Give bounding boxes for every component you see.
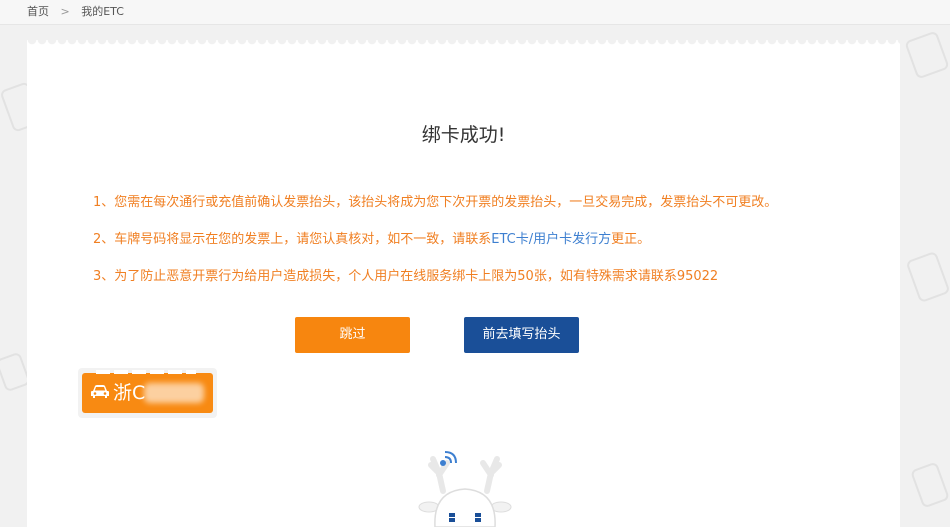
decor-shape (904, 30, 950, 80)
mascot-illustration (418, 451, 512, 527)
success-card: 绑卡成功! 1、您需在每次通行或充值前确认发票抬头，该抬头将成为您下次开票的发票… (27, 48, 900, 527)
breadcrumb-separator: > (60, 5, 70, 18)
license-plate: 浙C (78, 368, 217, 418)
breadcrumb: 首页 > 我的ETC (27, 0, 132, 24)
decor-shape (905, 250, 950, 304)
decor-shape (910, 461, 950, 509)
note-item-2: 2、车牌号码将显示在您的发票上，请您认真核对，如不一致，请联系ETC卡/用户卡发… (93, 231, 777, 268)
notes-list: 1、您需在每次通行或充值前确认发票抬头，该抬头将成为您下次开票的发票抬头，一旦交… (93, 194, 777, 305)
note-text: 更正。 (611, 232, 651, 247)
breadcrumb-current: 我的ETC (81, 5, 124, 18)
skip-button[interactable]: 跳过 (295, 317, 410, 353)
note-item-1: 1、您需在每次通行或充值前确认发票抬头，该抬头将成为您下次开票的发票抬头，一旦交… (93, 195, 778, 210)
plate-border (96, 370, 196, 374)
plate-masked-digits (144, 383, 204, 403)
page-title: 绑卡成功! (421, 124, 506, 146)
fill-header-button[interactable]: 前去填写抬头 (464, 317, 579, 353)
note-text: 2、车牌号码将显示在您的发票上，请您认真核对，如不一致，请联系 (93, 232, 492, 247)
note-item-3: 3、为了防止恶意开票行为给用户造成损失，个人用户在线服务绑卡上限为50张，如有特… (93, 269, 719, 284)
car-icon (91, 385, 109, 398)
top-bar: 首页 > 我的ETC (0, 0, 950, 25)
breadcrumb-home[interactable]: 首页 (27, 5, 49, 18)
plate-body: 浙C (82, 370, 213, 413)
plate-number: 浙C (113, 382, 146, 404)
issuer-link[interactable]: ETC卡/用户卡发行方 (491, 232, 611, 247)
